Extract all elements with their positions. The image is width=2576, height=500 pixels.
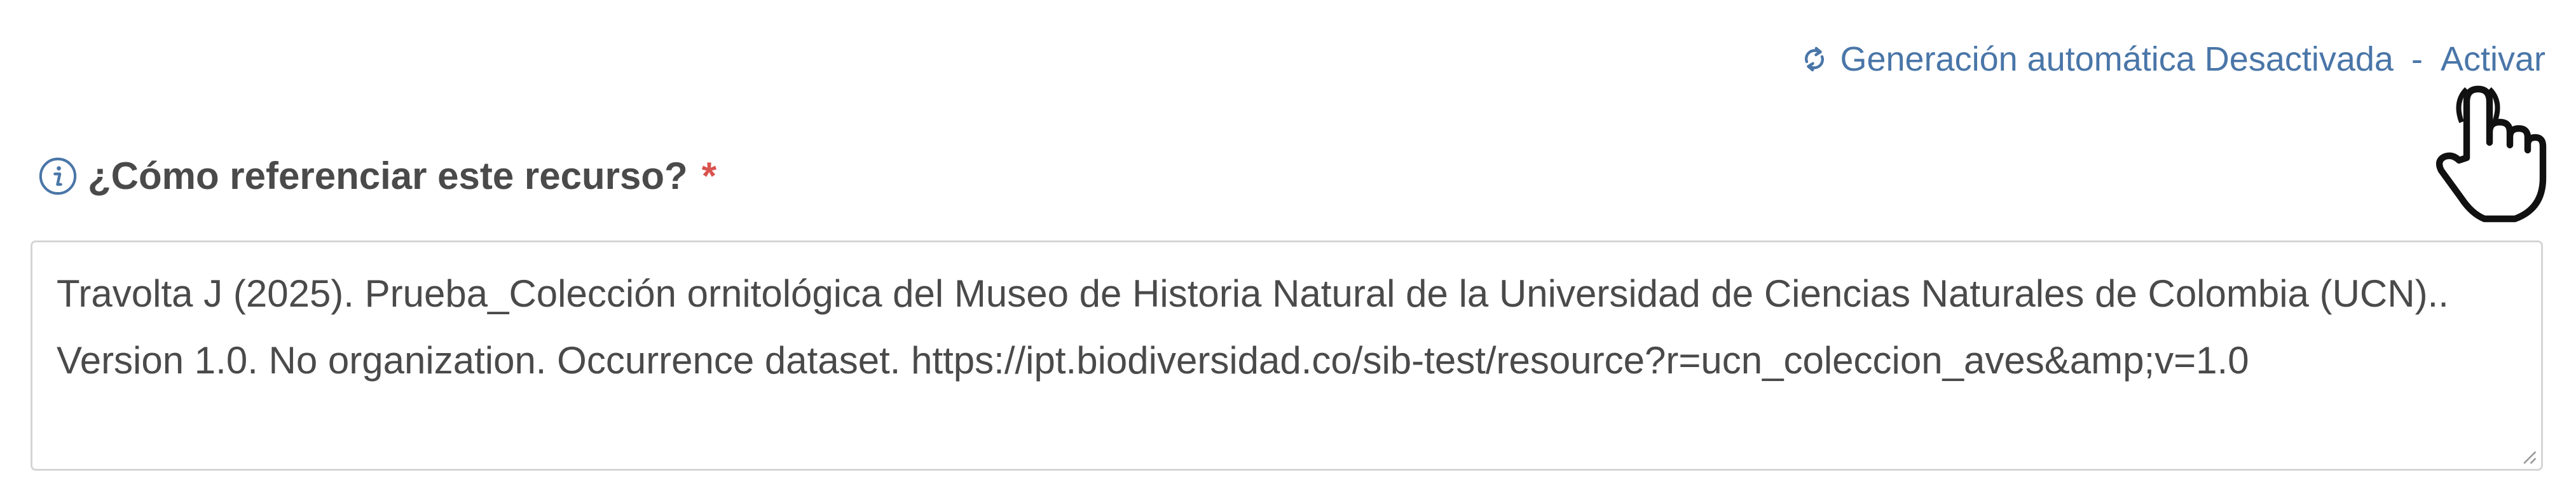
citation-text: Travolta J (2025). Prueba_Colección orni… [57, 272, 2449, 382]
activate-auto-generation-link[interactable]: Activar [2441, 42, 2545, 76]
auto-generation-status: Generación automática Desactivada [1840, 40, 2394, 78]
auto-generation-separator: - [2411, 40, 2423, 78]
resize-handle-icon[interactable] [2521, 448, 2537, 465]
refresh-icon [1805, 46, 1825, 72]
auto-generation-toggle: Generación automática Desactivada - Acti… [1799, 42, 2545, 76]
citation-field-label: ¿Cómo referenciar este recurso? * [38, 154, 716, 198]
required-marker: * [701, 155, 717, 197]
citation-textarea[interactable]: Travolta J (2025). Prueba_Colección orni… [31, 240, 2543, 471]
citation-label-text: ¿Cómo referenciar este recurso? [88, 155, 688, 197]
hand-pointer-cursor-icon [2436, 85, 2547, 223]
info-icon[interactable] [38, 156, 78, 196]
